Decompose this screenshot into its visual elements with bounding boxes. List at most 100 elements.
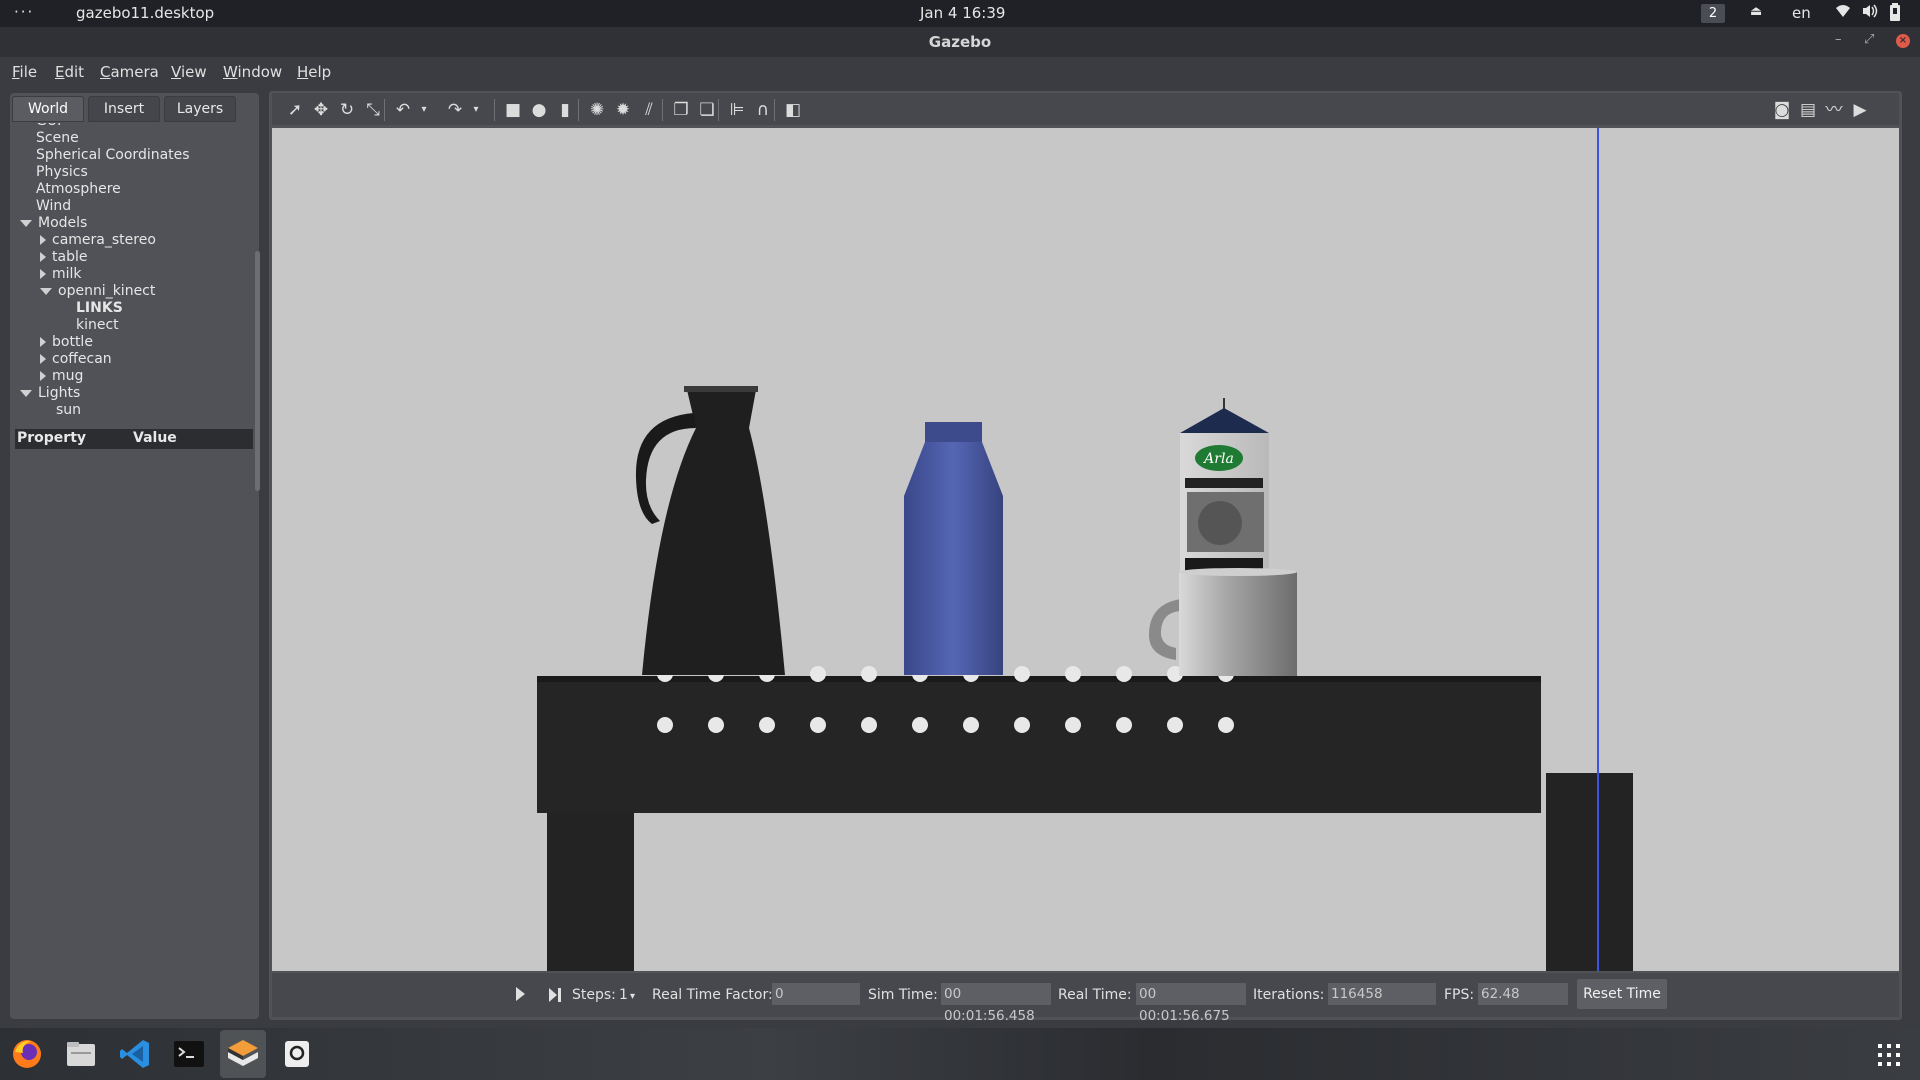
keyboard-language[interactable]: en xyxy=(1792,4,1811,22)
rotate-icon[interactable]: ↻ xyxy=(336,99,358,121)
tree-item-label: Models xyxy=(38,215,88,231)
viewport-divider-line xyxy=(1597,128,1599,971)
tree-item-label: bottle xyxy=(52,334,93,350)
steps-dropdown-icon[interactable]: ▾ xyxy=(630,991,635,1002)
workspace-indicator[interactable]: 2 xyxy=(1701,4,1725,23)
paste-icon[interactable]: ❏ xyxy=(696,99,718,121)
menu-help[interactable]: Help xyxy=(297,63,331,81)
close-icon[interactable]: × xyxy=(1896,34,1910,48)
undo-dropdown-icon[interactable]: ▾ xyxy=(418,99,430,121)
expand-arrow-down-icon[interactable] xyxy=(20,219,32,227)
log-icon[interactable]: ▤ xyxy=(1797,99,1819,121)
tree-item-physics[interactable]: Physics xyxy=(36,164,88,181)
expand-arrow-down-icon[interactable] xyxy=(20,389,32,397)
wifi-icon[interactable] xyxy=(1835,3,1851,23)
steps-spinner[interactable]: 1 xyxy=(619,987,628,1003)
tree-item-openni-kinect[interactable]: openni_kinect xyxy=(40,283,155,300)
tree-item-bottle[interactable]: bottle xyxy=(40,334,93,351)
plot-icon[interactable]: 〰 xyxy=(1823,99,1845,121)
view-angle-icon[interactable]: ◧ xyxy=(782,99,804,121)
tree-item-scene[interactable]: Scene xyxy=(36,130,79,147)
tree-item-table[interactable]: table xyxy=(40,249,87,266)
scale-icon[interactable]: ⤡ xyxy=(362,99,384,121)
directional-light-icon[interactable]: ⫽ xyxy=(638,99,660,121)
tree-item-label: Physics xyxy=(36,164,88,180)
table-model[interactable] xyxy=(537,666,1633,971)
point-light-icon[interactable]: ✺ xyxy=(586,99,608,121)
tree-item-coffecan[interactable]: coffecan xyxy=(40,351,112,368)
tree-item-lights[interactable]: Lights xyxy=(20,385,80,402)
cylinder-shape-icon[interactable]: ▮ xyxy=(554,99,576,121)
maximize-icon[interactable]: ⤢ xyxy=(1864,32,1874,47)
tree-item-wind[interactable]: Wind xyxy=(36,198,71,215)
undo-icon[interactable]: ↶ xyxy=(392,99,414,121)
tree-item-label: kinect xyxy=(76,317,119,333)
tab-insert[interactable]: Insert xyxy=(88,96,160,122)
play-icon[interactable] xyxy=(516,987,525,1001)
property-column-header: Property xyxy=(17,430,87,446)
tree-item-mug[interactable]: mug xyxy=(40,368,83,385)
table-hole xyxy=(1116,717,1132,733)
tree-item-camera-stereo[interactable]: camera_stereo xyxy=(40,232,156,249)
tree-item-sun[interactable]: sun xyxy=(56,402,81,419)
expand-arrow-right-icon[interactable] xyxy=(40,337,46,347)
menu-camera[interactable]: Camera xyxy=(100,63,159,81)
record-video-icon[interactable]: ▶ xyxy=(1849,99,1871,121)
window-title-bar[interactable]: Gazebo – ⤢ × xyxy=(0,27,1920,57)
clock[interactable]: Jan 4 16:39 xyxy=(920,4,1005,22)
files-icon[interactable] xyxy=(63,1036,99,1072)
battery-icon[interactable] xyxy=(1889,3,1901,25)
snap-icon[interactable]: ∩ xyxy=(752,99,774,121)
expand-arrow-right-icon[interactable] xyxy=(40,252,46,262)
tree-item-label: Wind xyxy=(36,198,72,214)
tab-world[interactable]: World xyxy=(12,96,84,122)
show-applications-icon[interactable] xyxy=(1878,1044,1900,1066)
vscode-icon[interactable] xyxy=(117,1036,153,1072)
eject-icon[interactable]: ⏏ xyxy=(1750,4,1762,19)
3d-viewport[interactable]: Arla xyxy=(272,128,1899,971)
system-top-bar: ··· gazebo11.desktop Jan 4 16:39 2 ⏏ en xyxy=(0,0,1920,27)
expand-arrow-down-icon[interactable] xyxy=(40,287,52,295)
tree-scrollbar[interactable] xyxy=(255,251,260,491)
sphere-shape-icon[interactable]: ● xyxy=(528,99,550,121)
select-icon[interactable]: ➚ xyxy=(284,99,306,121)
expand-arrow-right-icon[interactable] xyxy=(40,235,46,245)
focused-app-name[interactable]: gazebo11.desktop xyxy=(76,4,214,22)
activities-menu[interactable]: ··· xyxy=(14,3,34,21)
copy-icon[interactable]: ❐ xyxy=(670,99,692,121)
terminal-icon[interactable] xyxy=(171,1036,207,1072)
spot-light-icon[interactable]: ✹ xyxy=(612,99,634,121)
tree-item-links[interactable]: LINKS xyxy=(76,300,123,317)
screenshot-icon[interactable]: ◙ xyxy=(1771,99,1793,121)
expand-arrow-right-icon[interactable] xyxy=(40,354,46,364)
volume-icon[interactable] xyxy=(1861,3,1879,23)
tree-item-kinect[interactable]: kinect xyxy=(76,317,119,334)
step-icon[interactable] xyxy=(548,987,562,1007)
mug-model[interactable] xyxy=(1149,568,1297,676)
gazebo-icon[interactable] xyxy=(225,1036,261,1072)
translate-icon[interactable]: ✥ xyxy=(310,99,332,121)
menu-view[interactable]: View xyxy=(171,63,207,81)
menu-edit[interactable]: Edit xyxy=(55,63,84,81)
screen-recorder-icon[interactable] xyxy=(279,1036,315,1072)
redo-dropdown-icon[interactable]: ▾ xyxy=(470,99,482,121)
menu-file[interactable]: File xyxy=(12,63,37,81)
align-icon[interactable]: ⊫ xyxy=(726,99,748,121)
tree-item-milk[interactable]: milk xyxy=(40,266,82,283)
tree-item-spherical-coordinates[interactable]: Spherical Coordinates xyxy=(36,147,190,164)
firefox-icon[interactable] xyxy=(9,1036,45,1072)
expand-arrow-right-icon[interactable] xyxy=(40,371,46,381)
tab-layers[interactable]: Layers xyxy=(164,96,236,122)
coffeecan-model[interactable] xyxy=(635,386,785,675)
box-shape-icon[interactable]: ■ xyxy=(502,99,524,121)
expand-arrow-right-icon[interactable] xyxy=(40,269,46,279)
reset-time-button[interactable]: Reset Time xyxy=(1577,979,1667,1009)
redo-icon[interactable]: ↷ xyxy=(444,99,466,121)
tree-item-models[interactable]: Models xyxy=(20,215,87,232)
tree-item-atmosphere[interactable]: Atmosphere xyxy=(36,181,121,198)
minimize-icon[interactable]: – xyxy=(1835,32,1842,47)
tree-item-gui[interactable]: GUI xyxy=(36,123,61,130)
menu-window[interactable]: Window xyxy=(223,63,282,81)
toolbar-separator xyxy=(578,99,579,121)
bottle-model[interactable] xyxy=(904,422,1003,675)
